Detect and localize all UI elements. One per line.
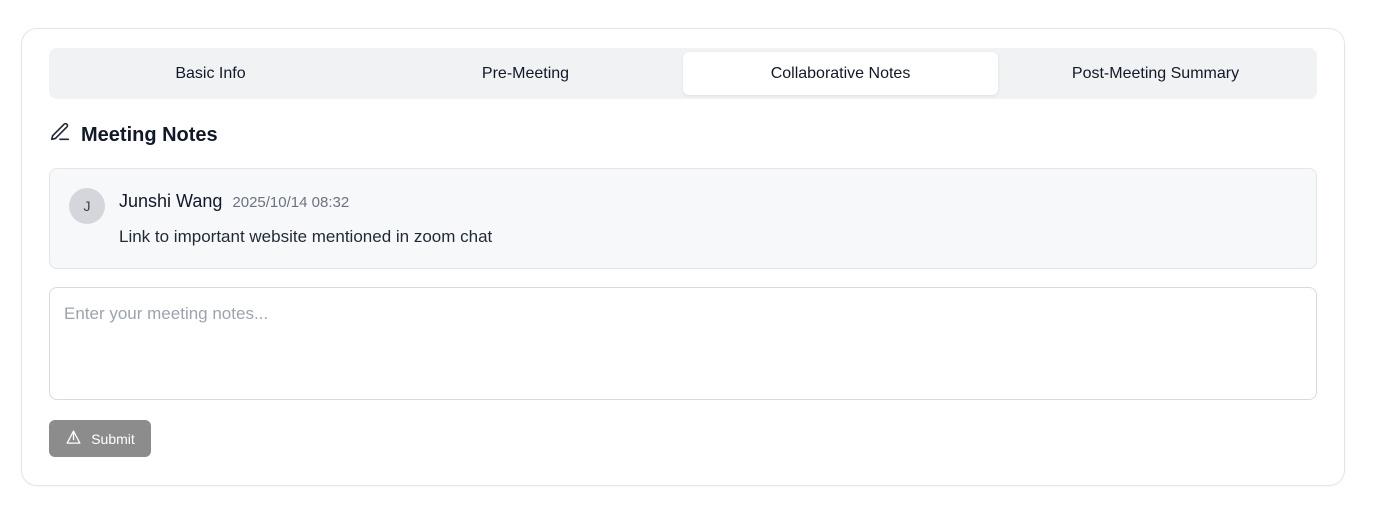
note-text: Link to important website mentioned in z… — [119, 227, 493, 246]
note-item: J Junshi Wang 2025/10/14 08:32 Link to i… — [49, 168, 1317, 269]
pencil-icon — [49, 121, 71, 149]
section-header: Meeting Notes — [49, 121, 218, 149]
tab-basic-info[interactable]: Basic Info — [53, 52, 368, 95]
meeting-card: Basic Info Pre-Meeting Collaborative Not… — [21, 28, 1345, 486]
tab-bar: Basic Info Pre-Meeting Collaborative Not… — [49, 48, 1317, 99]
tab-post-meeting-summary[interactable]: Post-Meeting Summary — [998, 52, 1313, 95]
section-title: Meeting Notes — [81, 123, 218, 146]
tab-pre-meeting[interactable]: Pre-Meeting — [368, 52, 683, 95]
avatar: J — [69, 188, 105, 224]
meeting-notes-input[interactable] — [49, 287, 1317, 400]
submit-button[interactable]: Submit — [49, 420, 151, 457]
note-timestamp: 2025/10/14 08:32 — [232, 194, 350, 211]
submit-label: Submit — [91, 430, 135, 447]
tab-collaborative-notes[interactable]: Collaborative Notes — [683, 52, 998, 95]
note-author: Junshi Wang — [119, 191, 223, 211]
note-header: Junshi Wang 2025/10/14 08:32 — [119, 191, 349, 212]
send-icon — [65, 429, 82, 449]
